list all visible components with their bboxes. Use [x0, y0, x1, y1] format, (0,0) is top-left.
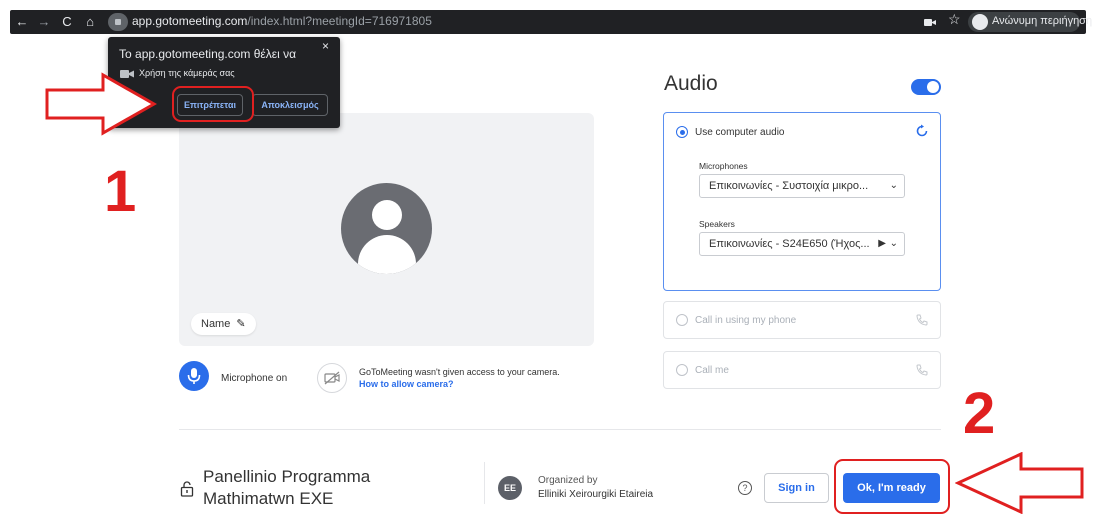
ok-im-ready-button[interactable]: Ok, I'm ready — [843, 473, 940, 503]
lock-icon[interactable] — [108, 13, 128, 31]
close-icon[interactable]: × — [322, 39, 329, 53]
browser-toolbar: ← → C ⌂ app.gotomeeting.com/index.html?m… — [0, 0, 1094, 36]
computer-audio-label: Use computer audio — [695, 127, 785, 138]
incognito-profile-button[interactable]: Ανώνυμη περιήγηση — [968, 12, 1092, 32]
computer-audio-card[interactable] — [663, 112, 941, 291]
name-label: Name — [201, 318, 231, 330]
how-to-allow-camera-link[interactable]: How to allow camera? — [359, 379, 454, 389]
block-button[interactable]: Αποκλεισμός — [252, 94, 328, 116]
url-text[interactable]: app.gotomeeting.com/index.html?meetingId… — [132, 14, 432, 28]
chevron-down-icon: ⌄ — [889, 238, 898, 249]
microphone-status-label: Microphone on — [221, 373, 288, 384]
arrow-right-annotation-icon — [45, 72, 157, 136]
name-edit-button[interactable]: Name ✎ — [191, 313, 256, 335]
incognito-label: Ανώνυμη περιήγηση — [992, 15, 1093, 27]
organized-by-label: Organized by — [538, 475, 598, 486]
call-in-label: Call in using my phone — [695, 315, 797, 326]
microphone-select[interactable]: Επικοινωνίες - Συστοιχία μικρο... ⌄ — [699, 174, 905, 198]
refresh-icon[interactable] — [915, 124, 929, 138]
speakers-label: Speakers — [699, 219, 735, 229]
play-test-sound-icon[interactable]: ▶ — [878, 233, 886, 255]
url-path: /index.html?meetingId=716971805 — [247, 14, 432, 28]
microphone-icon — [187, 368, 201, 384]
speaker-select-value: Επικοινωνίες - S24E650 (Ήχος... — [709, 238, 870, 250]
step-number-2: 2 — [963, 381, 996, 446]
meeting-title: Panellinio Programma Mathimatwn EXE — [203, 467, 371, 508]
organizer-avatar: EE — [498, 476, 522, 500]
microphones-label: Microphones — [699, 161, 748, 171]
camera-blocked-icon[interactable] — [923, 15, 937, 29]
organizer-name: Elliniki Xeirourgiki Etaireia — [538, 489, 654, 500]
phone-icon — [916, 364, 928, 376]
back-arrow-icon[interactable]: ← — [12, 10, 32, 34]
call-me-label: Call me — [695, 365, 729, 376]
url-host: app.gotomeeting.com — [132, 14, 248, 28]
incognito-icon — [972, 14, 988, 30]
phone-icon — [916, 314, 928, 326]
camera-toggle-button[interactable] — [317, 363, 347, 393]
help-icon[interactable]: ? — [738, 481, 752, 495]
forward-arrow-icon[interactable]: → — [34, 10, 54, 34]
address-bar[interactable]: app.gotomeeting.com/index.html?meetingId… — [108, 12, 948, 32]
chevron-down-icon: ⌄ — [889, 180, 898, 191]
speaker-select[interactable]: Επικοινωνίες - S24E650 (Ήχος... ▶ ⌄ — [699, 232, 905, 256]
camera-access-message: GoToMeeting wasn't given access to your … — [359, 367, 560, 377]
call-in-radio[interactable] — [676, 314, 688, 326]
footer-separator — [484, 462, 485, 504]
allow-highlight-box — [172, 86, 254, 122]
permission-title: Το app.gotomeeting.com θέλει να — [119, 47, 297, 61]
microphone-select-value: Επικοινωνίες - Συστοιχία μικρο... — [709, 180, 869, 192]
sign-in-button[interactable]: Sign in — [764, 473, 829, 503]
avatar-head — [372, 200, 402, 230]
camera-off-icon — [324, 371, 340, 385]
home-icon[interactable]: ⌂ — [80, 10, 100, 34]
video-preview: Name ✎ — [179, 113, 594, 346]
audio-toggle[interactable] — [911, 79, 941, 95]
microphone-toggle-button[interactable] — [179, 361, 209, 391]
default-avatar-icon — [341, 183, 432, 274]
call-me-radio[interactable] — [676, 364, 688, 376]
arrow-left-annotation-icon — [955, 452, 1084, 514]
step-number-1: 1 — [104, 159, 137, 224]
pencil-icon: ✎ — [236, 318, 246, 330]
avatar-body — [358, 235, 416, 274]
section-divider — [179, 429, 941, 430]
computer-audio-radio[interactable] — [676, 126, 688, 138]
reload-icon[interactable]: C — [57, 10, 77, 34]
lock-open-icon — [180, 481, 194, 497]
bookmark-star-icon[interactable]: ☆ — [948, 11, 961, 28]
audio-heading: Audio — [664, 72, 718, 95]
